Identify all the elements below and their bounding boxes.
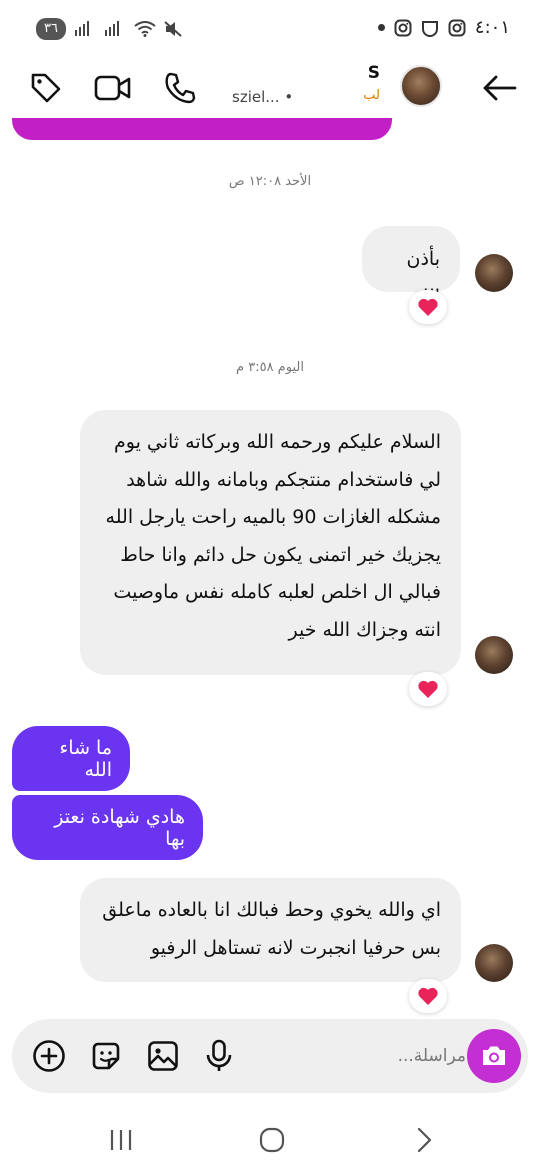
contact-subtitle: لب — [363, 88, 380, 103]
home-icon — [259, 1127, 285, 1153]
instagram-icon-2 — [448, 19, 466, 37]
microphone-icon — [206, 1039, 232, 1071]
incoming-message[interactable]: اي والله يخوي وحط فبالك انا بالعاده ماعل… — [80, 878, 461, 982]
voice-call-button[interactable] — [160, 68, 200, 108]
arrow-left-icon — [483, 75, 517, 101]
home-button[interactable] — [256, 1124, 288, 1156]
message-line: اي والله يخوي وحط فبالك انا بالعاده ماعل… — [102, 899, 441, 921]
status-right: ٤:٠١ — [377, 17, 510, 38]
reaction-badge[interactable] — [409, 672, 447, 706]
tag-button[interactable] — [26, 68, 66, 108]
mute-icon — [164, 21, 182, 37]
heart-icon — [418, 680, 438, 698]
wifi-icon — [134, 21, 156, 37]
message-line: يجزيك خير اتمنى يكون حل دائم وانا حاط — [120, 543, 441, 566]
sender-avatar[interactable] — [475, 944, 513, 982]
system-navigation-bar — [0, 1110, 540, 1170]
phone-icon — [165, 72, 196, 104]
camera-button[interactable] — [467, 1029, 521, 1083]
signal-icon — [74, 21, 96, 37]
battery-indicator: ٣٦ — [36, 18, 66, 40]
sticker-button[interactable] — [87, 1037, 125, 1075]
contact-name[interactable]: S — [368, 63, 380, 83]
sender-avatar[interactable] — [475, 636, 513, 674]
message-line: مشكله الغازات 90 بالميه راحت يارجل الله — [105, 506, 441, 528]
heart-icon — [418, 298, 438, 316]
message-composer — [12, 1019, 528, 1093]
signal-icon-2 — [104, 21, 126, 37]
image-icon — [148, 1041, 178, 1071]
tag-icon — [31, 73, 61, 103]
incoming-message[interactable]: بأذن الله — [362, 226, 460, 308]
camera-icon — [483, 1046, 505, 1065]
message-input[interactable] — [252, 1039, 466, 1073]
outgoing-message[interactable]: هادي شهادة نعتز بها — [12, 795, 203, 860]
sticker-icon — [92, 1042, 120, 1070]
timestamp: اليوم ٣:٥٨ م — [236, 360, 304, 375]
clock: ٤:٠١ — [474, 17, 510, 38]
system-back-button[interactable] — [408, 1124, 440, 1156]
message-line: انته وجزاك الله خير — [288, 618, 441, 641]
recents-button[interactable] — [105, 1124, 137, 1156]
microphone-button[interactable] — [200, 1037, 238, 1075]
plus-circle-icon — [33, 1040, 65, 1072]
previous-message-bubble[interactable] — [12, 118, 392, 140]
gallery-button[interactable] — [144, 1037, 182, 1075]
timestamp: الأحد ١٢:٠٨ ص — [228, 174, 312, 189]
chat-header: sziel... • S لب — [0, 58, 540, 120]
outgoing-message[interactable]: ما شاء الله — [12, 726, 130, 791]
reaction-badge[interactable] — [409, 979, 447, 1013]
message-line: بس حرفيا انجبرت لانه تستاهل الرفيو — [150, 936, 441, 959]
incoming-message[interactable]: السلام عليكم ورحمه الله وبركاته ثاني يوم… — [80, 410, 461, 675]
status-bar: ٣٦ ٤:٠١ — [0, 0, 540, 58]
instagram-icon — [394, 19, 412, 37]
chevron-right-icon — [417, 1127, 432, 1153]
back-button[interactable] — [480, 68, 520, 108]
heart-icon — [418, 987, 438, 1005]
message-line: السلام عليكم ورحمه الله وبركاته ثاني يوم — [114, 431, 441, 453]
video-call-button[interactable] — [93, 68, 133, 108]
sender-avatar[interactable] — [475, 254, 513, 292]
status-left: ٣٦ — [36, 18, 182, 40]
notification-dot-icon — [377, 24, 385, 31]
message-line: فبالي ال اخلص لعلبه كامله نفس ماوصيت — [113, 581, 441, 603]
message-line: لي فاستخدام منتجكم وبامانه والله شاهد — [126, 468, 441, 491]
recents-icon — [110, 1130, 132, 1150]
contact-avatar[interactable] — [400, 65, 442, 107]
threads-icon — [421, 19, 439, 37]
username-label: sziel... • — [232, 88, 294, 106]
reaction-badge[interactable] — [409, 290, 447, 324]
video-camera-icon — [94, 75, 131, 101]
add-button[interactable] — [30, 1037, 68, 1075]
